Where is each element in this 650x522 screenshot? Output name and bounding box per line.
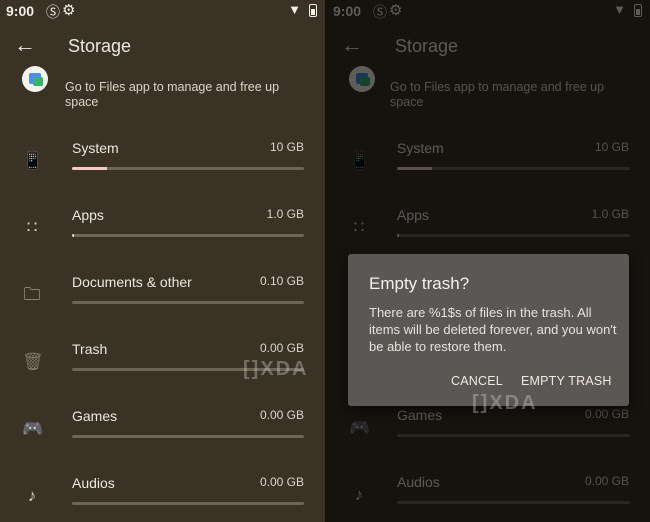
storage-screen-left: 9:00 Ⓢ ⚙ ▼ ← Storage Go to Files app to … (0, 0, 325, 522)
storage-row-games[interactable]: 🎮 Games 0.00 GB (0, 405, 325, 472)
empty-trash-button[interactable]: EMPTY TRASH (521, 374, 612, 388)
files-app-logo-icon (22, 66, 48, 92)
empty-trash-dialog: Empty trash? There are %1$s of files in … (348, 254, 629, 406)
phone-download-icon: 📱 (22, 151, 44, 170)
row-size: 0.00 GB (259, 408, 304, 422)
watermark-logo: []XDA (243, 358, 309, 380)
usage-bar (72, 167, 304, 170)
row-label: Apps (72, 207, 104, 223)
files-app-banner[interactable]: Go to Files app to manage and free up sp… (0, 66, 325, 118)
status-time: 9:00 (6, 3, 35, 19)
app-bar: ← Storage (0, 22, 325, 72)
wifi-icon: ▼ (288, 2, 301, 17)
row-size: 0.00 GB (259, 341, 304, 355)
sync-s-icon: Ⓢ (46, 4, 60, 20)
row-size: 0.00 GB (259, 475, 304, 489)
status-bar: 9:00 Ⓢ ⚙ ▼ (0, 0, 325, 22)
row-label: Documents & other (72, 274, 192, 290)
battery-icon (309, 4, 317, 17)
cancel-button[interactable]: CANCEL (451, 374, 503, 388)
usage-bar (72, 435, 304, 438)
gear-icon: ⚙ (62, 2, 76, 19)
page-title: Storage (68, 36, 132, 56)
dialog-body: There are %1$s of files in the trash. Al… (369, 305, 617, 354)
dialog-title: Empty trash? (369, 274, 470, 293)
usage-bar (72, 301, 304, 304)
files-banner-text: Go to Files app to manage and free up sp… (65, 80, 280, 109)
gamepad-icon: 🎮 (22, 419, 44, 438)
storage-row-system[interactable]: 📱 System 10 GB (0, 137, 325, 204)
screenshot-composite: 9:00 Ⓢ ⚙ ▼ ← Storage Go to Files app to … (0, 0, 650, 522)
row-size: 10 GB (269, 140, 304, 154)
apps-grid-icon: ∷ (26, 218, 38, 237)
music-note-icon: ♪ (27, 486, 37, 505)
usage-bar (72, 502, 304, 505)
row-label: Games (72, 408, 118, 424)
row-label: System (72, 140, 119, 156)
folder-icon: 🗀 (23, 285, 41, 304)
row-size: 1.0 GB (266, 207, 304, 221)
arrow-back-icon[interactable]: ← (14, 34, 36, 56)
usage-bar (72, 234, 304, 237)
trash-icon: 🗑 (22, 352, 44, 371)
row-label: Trash (72, 341, 108, 357)
watermark-logo: []XDA (472, 392, 538, 414)
storage-row-audios[interactable]: ♪ Audios 0.00 GB (0, 472, 325, 522)
storage-row-documents[interactable]: 🗀 Documents & other 0.10 GB (0, 271, 325, 338)
row-label: Audios (72, 475, 115, 491)
row-size: 0.10 GB (259, 274, 304, 288)
storage-row-apps[interactable]: ∷ Apps 1.0 GB (0, 204, 325, 271)
